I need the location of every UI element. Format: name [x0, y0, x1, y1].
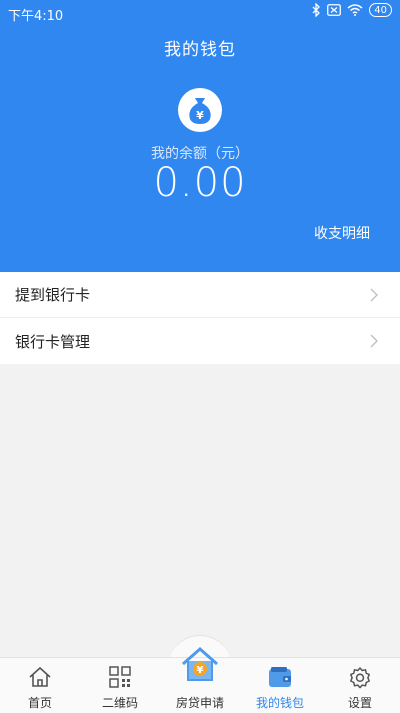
tab-qrcode[interactable]: 二维码	[80, 658, 160, 713]
tab-settings[interactable]: 设置	[320, 658, 400, 713]
house-loan-icon: ¥	[180, 644, 220, 687]
chevron-right-icon	[370, 334, 378, 352]
wallet-menu: 提到银行卡 银行卡管理	[0, 272, 400, 364]
battery-indicator: 40	[369, 3, 392, 17]
home-icon	[28, 666, 52, 691]
wallet-icon	[268, 666, 292, 691]
status-icons: 40	[311, 3, 392, 17]
svg-text:¥: ¥	[196, 109, 204, 122]
tab-label: 房贷申请	[175, 696, 224, 710]
page-title: 我的钱包	[164, 40, 236, 60]
transaction-details-link[interactable]: 收支明细	[314, 223, 370, 243]
settings-icon	[348, 666, 372, 693]
balance-value: 0.00	[153, 160, 247, 206]
chevron-right-icon	[370, 288, 378, 306]
tab-label: 首页	[27, 696, 52, 710]
tab-label: 设置	[347, 696, 372, 710]
wallet-header: 下午4:10 40 我的钱包 ¥ 我的余额（元） 0.00 收支明细	[0, 0, 400, 272]
menu-item-label: 银行卡管理	[15, 332, 91, 351]
tab-home[interactable]: 首页	[0, 658, 80, 713]
qrcode-icon	[109, 666, 131, 691]
wifi-icon	[347, 4, 363, 16]
sim-off-icon	[327, 4, 342, 16]
bluetooth-icon	[311, 3, 321, 17]
money-bag-icon: ¥	[178, 88, 222, 132]
bottom-tab-bar: 首页 二维码 ¥ 房贷申请 我的钱包 设置	[0, 646, 400, 713]
menu-item-withdraw-to-bank[interactable]: 提到银行卡	[0, 272, 400, 318]
status-bar: 下午4:10 40	[0, 0, 400, 26]
svg-text:¥: ¥	[197, 665, 204, 676]
tab-house-loan[interactable]: ¥ 房贷申请	[160, 646, 240, 713]
status-time: 下午4:10	[8, 9, 64, 24]
menu-item-label: 提到银行卡	[15, 286, 91, 304]
tab-label: 二维码	[101, 696, 138, 710]
tab-wallet[interactable]: 我的钱包	[240, 658, 320, 713]
tab-label: 我的钱包	[255, 696, 304, 710]
menu-item-bank-card-management[interactable]: 银行卡管理	[0, 318, 400, 364]
